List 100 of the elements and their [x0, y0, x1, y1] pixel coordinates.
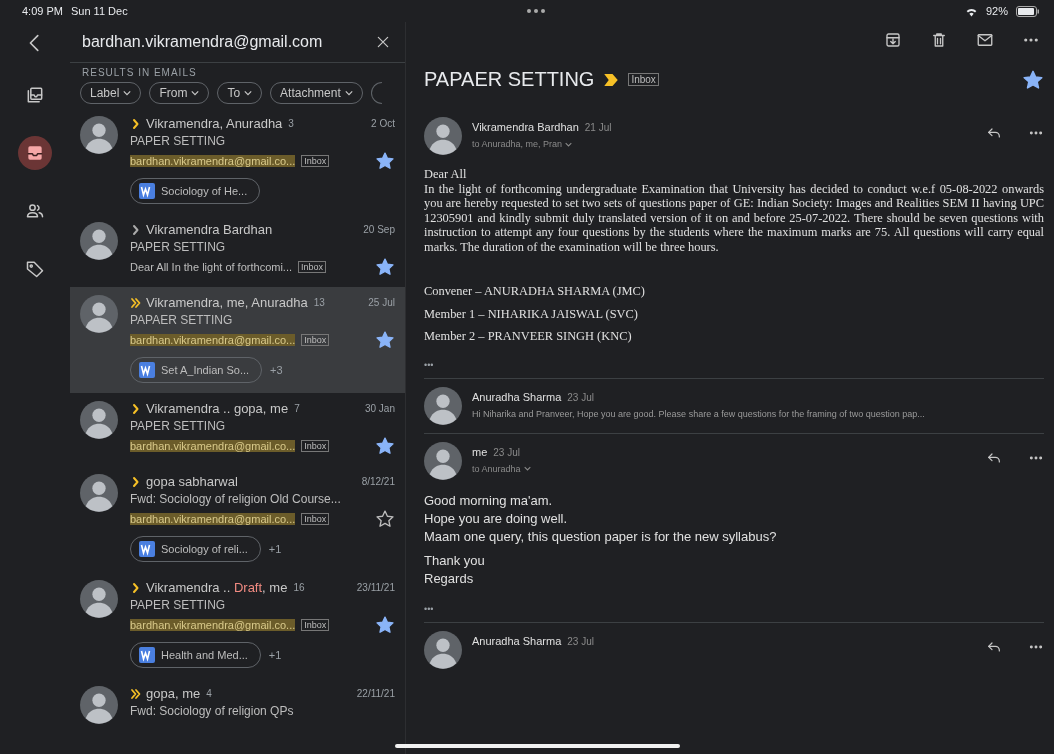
message-count: 7	[294, 403, 300, 414]
avatar-icon	[424, 117, 462, 155]
archive-icon[interactable]	[884, 31, 902, 49]
message-paragraph: Member 1 – NIHARIKA JAISWAL (SVC)	[424, 306, 639, 321]
star-icon[interactable]	[375, 330, 395, 350]
battery-icon	[1016, 5, 1040, 17]
message-date: 21 Jul	[584, 122, 612, 133]
star-icon[interactable]	[1022, 68, 1044, 91]
star-icon[interactable]	[375, 615, 395, 635]
inbox-label: Inbox	[301, 513, 330, 525]
sender-names: gopa sabharwal	[146, 474, 238, 489]
message-count: 4	[206, 688, 212, 699]
email-subject: PAPER SETTING	[130, 240, 227, 254]
sender-names: Vikramendra, Anuradha	[146, 116, 283, 131]
email-date: 25 Jul	[368, 297, 395, 308]
rail-inbox-button[interactable]	[18, 136, 52, 170]
word-file-icon	[139, 541, 155, 557]
inbox-label: Inbox	[628, 73, 659, 86]
message-paragraph: Thank you Regards	[424, 552, 486, 589]
thread-subject: PAPAER SETTING	[424, 68, 595, 91]
tag-icon[interactable]	[25, 259, 45, 279]
email-row[interactable]: gopa sabharwal 8/12/21 Fwd: Sociology of religion Old Course... bardhan.vikramendra@gmail.co... Inbox Sociology of reli... +1	[70, 466, 405, 572]
more-attachments-count: +1	[268, 543, 282, 555]
word-file-icon	[139, 647, 155, 663]
sender-names: gopa, me	[146, 686, 201, 701]
delete-icon[interactable]	[930, 31, 948, 49]
star-icon[interactable]	[375, 509, 395, 529]
message-count: 3	[288, 118, 294, 129]
email-subject: Fwd: Sociology of religion Old Course...	[130, 492, 342, 506]
email-date: 23/11/21	[356, 582, 395, 593]
email-row[interactable]: Vikramendra, Anuradha 3 2 Oct PAPER SETTING bardhan.vikramendra@gmail.co... Inbox Sociology of He...	[70, 108, 405, 214]
email-snippet: bardhan.vikramendra@gmail.co...	[130, 334, 296, 346]
email-row[interactable]: Vikramendra, me, Anuradha 13 25 Jul PAPAER SETTING bardhan.vikramendra@gmail.co... Inbox Set A_Indian So... +3	[70, 287, 405, 393]
star-icon[interactable]	[375, 257, 395, 277]
avatar-icon	[80, 401, 118, 439]
message-sender: Anuradha Sharma	[472, 390, 562, 403]
avatar-icon	[80, 580, 118, 618]
email-date: 30 Jan	[364, 403, 395, 414]
message-paragraph: Dear All In the light of forthcoming undergraduate Examination that University has decided to conduct w.e.f 05-08-2022 onwards you are hereby requested to set two sets of questions paper of GE: Indian Society: Images and Realities SEM II having UPC 12305901 and kindly submit duly translated version of it on and before 25-07-2022. There should be seven questions with instruction to attempt any four questions by the students where the maximum marks are 75. All questions will carry equal marks. The duration of the examination will be three hours.	[424, 167, 1044, 254]
email-subject: PAPER SETTING	[130, 598, 227, 612]
email-date: 20 Sep	[363, 224, 395, 235]
close-icon[interactable]	[375, 34, 391, 50]
message-snippet: Hi Niharika and Pranveer, Hope you are good. Please share a few questions for the framing of two question pap...	[472, 408, 926, 419]
multitasking-dots-icon[interactable]	[525, 8, 546, 14]
message-paragraph: Good morning ma'am. Hope you are doing well. Maam one query, this question paper is for the new syllabus?	[424, 491, 778, 546]
show-trimmed-button[interactable]: •••	[424, 359, 1044, 370]
star-icon[interactable]	[375, 151, 395, 171]
inbox-stack-icon[interactable]	[25, 85, 45, 105]
section-label: RESULTS IN EMAILS	[70, 62, 405, 78]
email-date: 22/11/21	[356, 688, 395, 699]
caret-icon	[191, 89, 200, 97]
sender-names: Vikramendra Bardhan	[146, 222, 273, 237]
message-count: 16	[293, 582, 305, 593]
email-date: 8/12/21	[361, 476, 395, 487]
caret-icon	[244, 89, 253, 97]
email-subject: PAPER SETTING	[130, 419, 227, 433]
recipients-dropdown[interactable]: to Anuradha	[472, 463, 976, 474]
email-row[interactable]: Vikramendra .. gopa, me 7 30 Jan PAPER SETTING bardhan.vikramendra@gmail.co... Inbox	[70, 393, 405, 466]
avatar-icon	[80, 686, 118, 724]
email-row[interactable]: Vikramendra .. Draft, me 16 23/11/21 PAPER SETTING bardhan.vikramendra@gmail.co... Inbox Health and Med... +1	[70, 572, 405, 678]
email-snippet: bardhan.vikramendra@gmail.co...	[130, 619, 296, 631]
email-row[interactable]: Vikramendra Bardhan 20 Sep PAPER SETTING Dear All In the light of forthcomi... Inbox	[70, 214, 405, 287]
search-field[interactable]: bardhan.vikramendra@gmail.com	[82, 29, 375, 55]
inbox-label: Inbox	[301, 334, 330, 346]
caret-icon	[344, 89, 353, 97]
email-row[interactable]: gopa, me 4 22/11/21 Fwd: Sociology of religion QPs	[70, 678, 405, 734]
recipients-dropdown[interactable]: to Anuradha, me, Pran	[472, 139, 976, 149]
status-date: Sun 11 Dec	[70, 5, 128, 17]
email-subject: PAPER SETTING	[130, 134, 227, 148]
battery-percentage: 92%	[985, 5, 1008, 17]
email-snippet: Dear All In the light of forthcomi...	[130, 261, 293, 273]
inbox-icon[interactable]	[25, 143, 45, 163]
inbox-label: Inbox	[301, 440, 330, 452]
avatar-icon	[80, 474, 118, 512]
star-icon[interactable]	[375, 436, 395, 456]
sender-names: Vikramendra .. gopa, me	[146, 401, 289, 416]
email-date: 2 Oct	[371, 118, 395, 129]
email-snippet: bardhan.vikramendra@gmail.co...	[130, 513, 296, 525]
message-sender: Vikramendra Bardhan	[472, 121, 579, 133]
caret-icon	[565, 140, 573, 148]
avatar-icon	[424, 441, 462, 480]
email-snippet: bardhan.vikramendra@gmail.co...	[130, 155, 296, 167]
status-time: 4:09 PM	[22, 5, 63, 17]
word-file-icon	[139, 183, 155, 199]
avatar-icon	[80, 295, 118, 333]
sender-names: Vikramendra .. Draft, me	[146, 580, 288, 595]
more-attachments-count: +1	[268, 649, 282, 661]
show-trimmed-button[interactable]: •••	[424, 604, 1044, 615]
people-icon[interactable]	[25, 201, 45, 221]
message-date: 23 Jul	[567, 391, 594, 403]
message-paragraph: Member 2 – PRANVEER SINGH (KNC)	[424, 329, 633, 344]
inbox-label: Inbox	[301, 619, 330, 631]
avatar-icon	[424, 631, 462, 670]
message-date: 23 Jul	[493, 446, 520, 458]
message-sender: Anuradha Sharma	[472, 635, 562, 648]
caret-icon	[523, 465, 531, 472]
avatar-icon	[80, 222, 118, 260]
message-sender: me	[472, 445, 488, 458]
more-attachments-count: +3	[270, 364, 283, 376]
mail-icon[interactable]	[976, 31, 994, 49]
